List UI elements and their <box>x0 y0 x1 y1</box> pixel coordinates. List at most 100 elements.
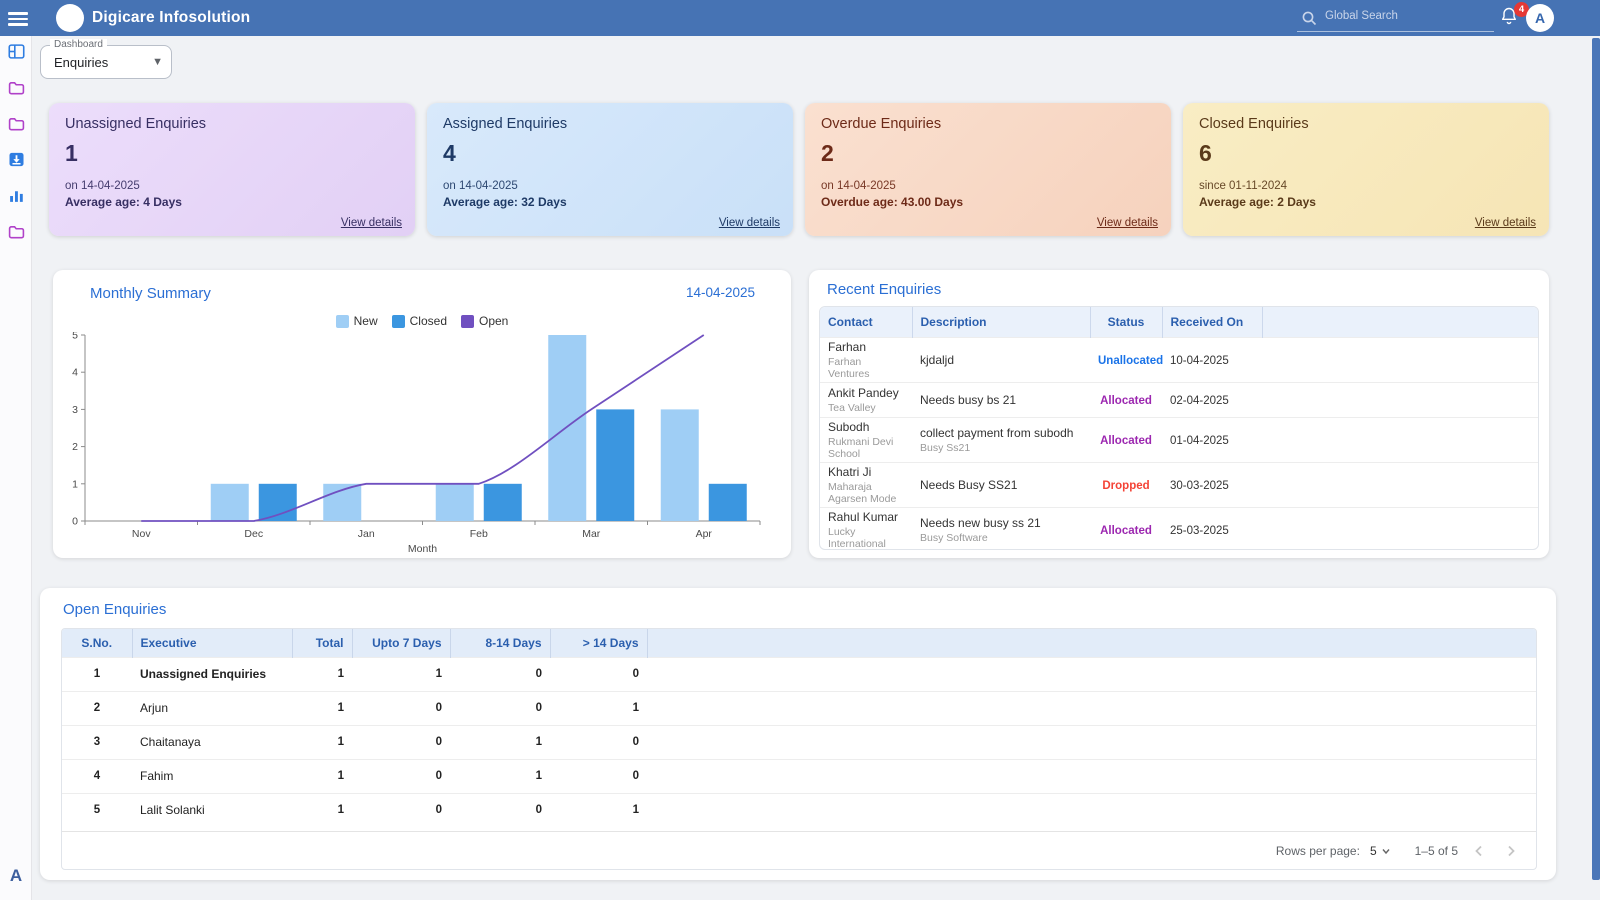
column-header[interactable]: Executive <box>132 629 292 657</box>
table-row[interactable]: 1 Unassigned Enquiries 1 1 0 0 <box>62 657 1536 691</box>
column-header[interactable]: Received On <box>1162 307 1262 337</box>
recent-enquiries-title: Recent Enquiries <box>827 281 941 298</box>
svg-text:5: 5 <box>72 332 78 342</box>
executive-name: Unassigned Enquiries <box>132 657 292 691</box>
executive-name: Lalit Solanki <box>132 793 292 827</box>
contact-company: Tea Valley <box>828 402 904 414</box>
stat-card-value: 2 <box>821 140 1155 167</box>
folder-icon <box>8 79 25 101</box>
column-header[interactable]: Upto 7 Days <box>352 629 450 657</box>
open-enquiries-grid: S.No.ExecutiveTotalUpto 7 Days8-14 Days>… <box>61 628 1537 870</box>
table-row[interactable]: 2 Arjun 1 0 0 1 <box>62 691 1536 725</box>
total-count: 1 <box>292 725 352 759</box>
table-row[interactable]: 4 Fahim 1 0 1 0 <box>62 759 1536 793</box>
contact-company: Rukmani Devi School <box>828 436 904 460</box>
table-row[interactable]: Subodh Rukmani Devi School collect payme… <box>820 417 1538 462</box>
contact-name: Farhan <box>828 340 904 354</box>
user-avatar[interactable]: A <box>1526 4 1554 32</box>
received-date: 01-04-2025 <box>1170 435 1229 447</box>
gt-14-days-count: 1 <box>550 793 647 827</box>
dashboard-select-value: Enquiries <box>54 55 108 70</box>
gt-14-days-count: 0 <box>550 725 647 759</box>
notifications-button[interactable]: 4 <box>1499 6 1525 32</box>
sidebar-item-dashboard[interactable] <box>0 36 32 72</box>
svg-text:Apr: Apr <box>696 528 713 540</box>
received-date: 25-03-2025 <box>1170 525 1229 537</box>
stat-card-title: Closed Enquiries <box>1199 116 1533 132</box>
stat-card: Assigned Enquiries 4 on 14-04-2025 Avera… <box>427 103 793 236</box>
column-header[interactable]: Description <box>912 307 1090 337</box>
hamburger-menu-icon[interactable] <box>8 9 28 27</box>
stat-card: Unassigned Enquiries 1 on 14-04-2025 Ave… <box>49 103 415 236</box>
search-input[interactable] <box>1325 10 1485 22</box>
page-scrollbar[interactable] <box>1592 38 1600 880</box>
sidebar-item-inbox[interactable] <box>0 144 32 180</box>
status-badge: Unallocated <box>1098 355 1163 367</box>
serial-number: 3 <box>62 725 132 759</box>
stat-card-date: on 14-04-2025 <box>65 180 399 192</box>
table-row[interactable]: Rahul Kumar Lucky International Needs ne… <box>820 507 1538 550</box>
sidebar-item-folder[interactable] <box>0 216 32 252</box>
app-title: Digicare Infosolution <box>92 9 250 27</box>
upto-7-days-count: 1 <box>352 657 450 691</box>
rows-per-page-select[interactable]: 5 <box>1370 844 1391 858</box>
view-details-link[interactable]: View details <box>341 217 402 229</box>
column-header[interactable]: Status <box>1090 307 1162 337</box>
column-header[interactable]: > 14 Days <box>550 629 647 657</box>
table-row[interactable]: 3 Chaitanaya 1 0 1 0 <box>62 725 1536 759</box>
received-date: 30-03-2025 <box>1170 480 1229 492</box>
table-row[interactable]: 5 Lalit Solanki 1 0 0 1 <box>62 793 1536 827</box>
legend-swatch <box>336 315 349 328</box>
global-search[interactable] <box>1297 6 1494 32</box>
upto-7-days-count: 0 <box>352 793 450 827</box>
column-header[interactable]: 8-14 Days <box>450 629 550 657</box>
8-14-days-count: 0 <box>450 793 550 827</box>
dashboard-select[interactable]: Dashboard Enquiries ▼ <box>40 45 172 79</box>
recent-enquiries-grid: ContactDescriptionStatusReceived On Farh… <box>819 306 1539 550</box>
svg-text:4: 4 <box>72 367 78 379</box>
sidebar-item-folder[interactable] <box>0 72 32 108</box>
svg-text:Feb: Feb <box>470 528 488 540</box>
8-14-days-count: 0 <box>450 657 550 691</box>
view-details-link[interactable]: View details <box>719 217 780 229</box>
bar-chart-icon <box>8 187 25 209</box>
legend-item-closed: Closed <box>392 314 447 328</box>
contact-name: Ankit Pandey <box>828 386 904 400</box>
column-header[interactable]: Total <box>292 629 352 657</box>
dashboard-icon <box>8 43 25 65</box>
monthly-summary-date: 14-04-2025 <box>686 285 755 300</box>
status-badge: Dropped <box>1102 480 1149 492</box>
total-count: 1 <box>292 657 352 691</box>
open-enquiries-title: Open Enquiries <box>63 601 166 618</box>
upto-7-days-count: 0 <box>352 759 450 793</box>
table-row[interactable]: Farhan Farhan Ventures kjdaljd Unallocat… <box>820 337 1538 382</box>
sidebar-bottom-logo: A <box>0 866 32 886</box>
gt-14-days-count: 1 <box>550 691 647 725</box>
table-row[interactable]: Khatri Ji Maharaja Agarsen Mode Needs Bu… <box>820 462 1538 507</box>
executive-name: Fahim <box>132 759 292 793</box>
column-header[interactable]: S.No. <box>62 629 132 657</box>
table-row[interactable]: Ankit Pandey Tea Valley Needs busy bs 21… <box>820 382 1538 417</box>
previous-page-button[interactable] <box>1468 840 1490 862</box>
sidebar-item-folder[interactable] <box>0 108 32 144</box>
folder-icon <box>8 115 25 137</box>
search-icon <box>1301 10 1318 27</box>
stat-card-title: Unassigned Enquiries <box>65 116 399 132</box>
folder-icon <box>8 223 25 245</box>
serial-number: 5 <box>62 793 132 827</box>
view-details-link[interactable]: View details <box>1097 217 1158 229</box>
recent-enquiries-panel: Recent Enquiries ContactDescriptionStatu… <box>809 270 1549 558</box>
column-header[interactable]: Contact <box>820 307 912 337</box>
svg-text:3: 3 <box>72 404 78 416</box>
contact-company: Lucky International <box>828 526 904 550</box>
monthly-summary-title: Monthly Summary <box>90 285 211 302</box>
company-logo <box>56 4 84 32</box>
contact-name: Subodh <box>828 420 904 434</box>
stat-card-value: 4 <box>443 140 777 167</box>
sidebar-item-bar-chart[interactable] <box>0 180 32 216</box>
next-page-button[interactable] <box>1500 840 1522 862</box>
contact-company: Maharaja Agarsen Mode <box>828 481 904 505</box>
view-details-link[interactable]: View details <box>1475 217 1536 229</box>
enquiry-description: Needs new busy ss 21 <box>920 516 1082 530</box>
rows-per-page-value: 5 <box>1370 844 1377 858</box>
